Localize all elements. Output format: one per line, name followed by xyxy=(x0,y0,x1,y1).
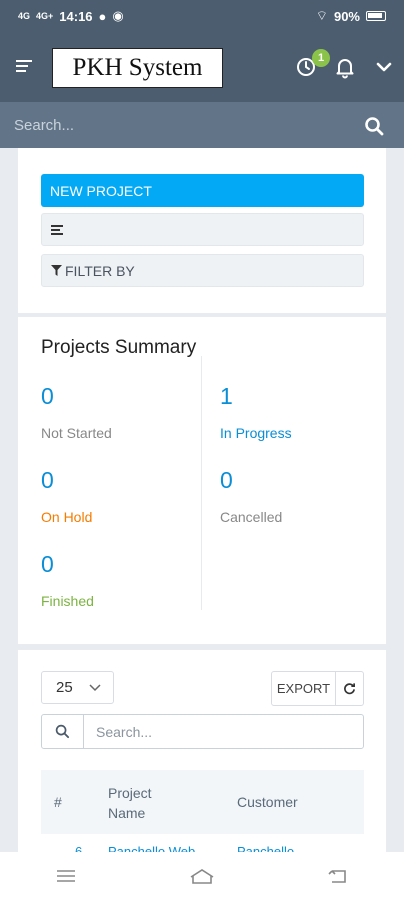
filter-label: FILTER BY xyxy=(65,262,135,279)
network-indicator: 4G xyxy=(18,11,31,21)
search-icon[interactable] xyxy=(364,116,384,136)
cancelled-label[interactable]: Cancelled xyxy=(220,509,282,525)
list-icon xyxy=(51,224,63,235)
home-icon[interactable] xyxy=(188,866,216,886)
back-icon[interactable] xyxy=(327,867,349,885)
filter-icon xyxy=(51,265,62,276)
export-button[interactable]: EXPORT xyxy=(271,671,336,706)
global-search-bar xyxy=(0,102,404,148)
page-size-select[interactable]: 25 xyxy=(41,671,114,704)
in-progress-label[interactable]: In Progress xyxy=(220,425,292,441)
battery-percent: 90% xyxy=(333,8,360,24)
status-bar: 4G 4G+ 14:16 ● ◉ ⌔ 90% xyxy=(0,0,404,32)
filter-button[interactable]: FILTER BY xyxy=(41,254,364,287)
on-hold-count[interactable]: 0 xyxy=(41,467,54,494)
column-header-project-name[interactable]: Project Name xyxy=(108,783,178,823)
not-started-count[interactable]: 0 xyxy=(41,383,54,410)
table-row[interactable]: 6 Panchello Web Panchello xyxy=(41,834,364,852)
row-customer[interactable]: Panchello xyxy=(237,844,294,852)
row-project-name[interactable]: Panchello Web xyxy=(108,844,195,852)
list-view-button[interactable] xyxy=(41,213,364,246)
on-hold-label[interactable]: On Hold xyxy=(41,509,92,525)
summary-divider xyxy=(201,356,202,610)
recent-apps-icon[interactable] xyxy=(55,868,77,884)
bell-icon[interactable] xyxy=(333,55,357,79)
wifi-icon: ⌔ xyxy=(315,8,328,23)
chevron-down-icon xyxy=(89,683,101,691)
clock: 14:16 xyxy=(59,8,93,24)
row-id: 6 xyxy=(75,844,83,852)
record-icon: ◉ xyxy=(112,8,124,23)
network-indicator-2: 4G+ xyxy=(36,11,54,21)
summary-title: Projects Summary xyxy=(41,337,197,358)
refresh-icon xyxy=(344,683,355,695)
search-icon xyxy=(42,715,84,748)
column-header-id[interactable]: # xyxy=(54,794,62,810)
table-header: # Project Name Customer xyxy=(41,770,364,834)
app-logo[interactable]: PKH System xyxy=(52,48,223,88)
search-input[interactable] xyxy=(14,116,334,134)
menu-icon[interactable] xyxy=(16,60,32,75)
page-size-value: 25 xyxy=(56,679,73,696)
app-header: PKH System xyxy=(0,32,404,102)
in-progress-count[interactable]: 1 xyxy=(220,383,233,410)
cancelled-count[interactable]: 0 xyxy=(220,467,233,494)
column-header-customer[interactable]: Customer xyxy=(237,794,298,810)
message-icon: ● xyxy=(98,8,107,24)
not-started-label[interactable]: Not Started xyxy=(41,425,112,441)
refresh-button[interactable] xyxy=(336,671,364,706)
new-project-button[interactable]: NEW PROJECT xyxy=(41,174,364,207)
table-search xyxy=(41,714,364,749)
notification-badge: 1 xyxy=(312,49,330,67)
chevron-down-icon[interactable] xyxy=(372,55,396,79)
finished-count[interactable]: 0 xyxy=(41,551,54,578)
system-nav-bar xyxy=(0,852,404,900)
battery-icon xyxy=(366,11,386,21)
table-search-input[interactable] xyxy=(84,723,354,740)
finished-label[interactable]: Finished xyxy=(41,593,94,609)
